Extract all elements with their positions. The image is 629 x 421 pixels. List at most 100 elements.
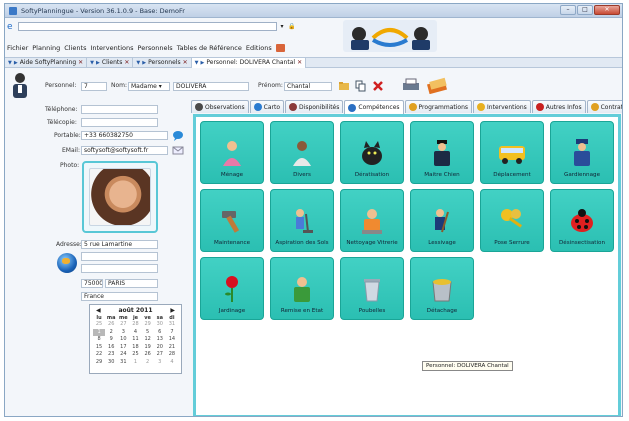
calendar-day[interactable]: 7 [166,329,178,337]
tab-contrat[interactable]: Contrat [586,100,622,113]
competence-tile-poubelles[interactable]: Poubelles [340,257,404,320]
chevron-down-icon[interactable]: ▼ [136,60,140,66]
mail-icon[interactable] [172,145,184,156]
calendar-day[interactable]: 28 [129,321,141,329]
calendar-day[interactable]: 22 [93,351,105,359]
competence-tile-nettoyage-vitrerie[interactable]: Nettoyage Vitrerie [340,189,404,252]
competence-tile-jardinage[interactable]: Jardinage [200,257,264,320]
calendar-day[interactable]: 25 [129,351,141,359]
maximize-button[interactable]: □ [577,5,593,15]
calendar-day[interactable]: 27 [154,351,166,359]
calendar-day[interactable]: 2 [105,329,117,337]
globe-icon[interactable] [57,253,77,273]
menu-editions[interactable]: Editions [246,44,272,52]
address-input[interactable] [18,22,277,31]
menu-extra-icon[interactable] [275,44,285,52]
menu-clients[interactable]: Clients [64,44,86,52]
close-icon[interactable]: ✕ [124,59,129,66]
calendar-day[interactable]: 25 [93,321,105,329]
competence-tile-divers[interactable]: Divers [270,121,334,184]
calendar-day[interactable]: 16 [105,344,117,352]
competence-tile-menage[interactable]: Ménage [200,121,264,184]
competence-tile-maintenance[interactable]: Maintenance [200,189,264,252]
calendar-day[interactable]: 11 [129,336,141,344]
tab-carto[interactable]: Carto [249,100,285,113]
calendar-day[interactable]: 26 [142,351,154,359]
calendar-day[interactable]: 3 [117,329,129,337]
calendar-day[interactable]: 26 [105,321,117,329]
tab-disponibilit-s[interactable]: Disponibilités [285,100,344,113]
photo-frame[interactable] [82,161,158,233]
menu-planning[interactable]: Planning [32,44,60,52]
tab-programmations[interactable]: Programmations [404,100,473,113]
sms-icon[interactable] [172,130,184,141]
calendar-day[interactable]: 15 [93,344,105,352]
calendar-day[interactable]: 30 [105,359,117,367]
doc-tab-personnels[interactable]: ▼ ▶ Personnels ✕ [133,57,192,68]
tab-autres-infos[interactable]: Autres Infos [531,100,586,113]
calendar-day[interactable]: 3 [154,359,166,367]
calendar-day[interactable]: 31 [117,359,129,367]
doc-tab-clients[interactable]: ▼ ▶ Clients ✕ [87,57,134,68]
calendar-day[interactable]: 12 [142,336,154,344]
tab-comp-tences[interactable]: Compétences [344,100,404,114]
adresse-line1-field[interactable]: 5 rue Lamartine [81,240,158,249]
print-icon[interactable] [401,78,421,92]
menu-interventions[interactable]: Interventions [90,44,133,52]
competence-tile-remise-en-etat[interactable]: Remise en Etat [270,257,334,320]
chevron-down-icon[interactable]: ▼ [8,60,12,66]
calendar-day[interactable]: 18 [129,344,141,352]
close-icon[interactable]: ✕ [183,59,188,66]
competence-tile-pose-serrure[interactable]: Pose Serrure [480,189,544,252]
address-bar[interactable]: e ▾ 🔒 [7,21,297,32]
competence-tile-aspiration-des-sols[interactable]: Aspiration des Sols [270,189,334,252]
chevron-down-icon[interactable]: ▼ [195,60,199,66]
tab-interventions[interactable]: Interventions [473,100,531,113]
close-icon[interactable]: ✕ [78,59,83,66]
calendar-day[interactable]: 5 [142,329,154,337]
calendar-day[interactable]: 29 [93,359,105,367]
pays-field[interactable]: France [81,292,158,301]
telecopie-field[interactable] [81,118,158,127]
doc-tab-aide[interactable]: ▼ ▶ Aide SoftyPlanning ✕ [5,57,88,68]
competence-tile-deplacement[interactable]: Déplacement [480,121,544,184]
ville-field[interactable]: PARIS [105,279,158,288]
calendar-day[interactable]: 29 [142,321,154,329]
calendar-day[interactable]: 28 [166,351,178,359]
calendar-day[interactable]: 8 [93,336,105,344]
adresse-line3-field[interactable] [81,264,158,273]
code-postal-field[interactable]: 75000 [81,279,103,288]
calendar-day[interactable]: 10 [117,336,129,344]
close-button[interactable]: ✕ [594,5,620,15]
calendar-day[interactable]: 6 [154,329,166,337]
chevron-down-icon[interactable]: ▼ [90,60,94,66]
competence-tile-detachage[interactable]: Détachage [410,257,474,320]
competence-tile-gardiennage[interactable]: Gardiennage [550,121,614,184]
email-field[interactable]: softysoft@softysoft.fr [81,146,168,155]
doc-tab-personnel-detail[interactable]: ▼ ▶ Personnel: DOLIVERA Chantal ✕ [191,57,307,68]
calendar-day[interactable]: 21 [166,344,178,352]
close-icon[interactable]: ✕ [297,59,302,66]
tab-observations[interactable]: Observations [191,100,249,113]
calendar-day[interactable]: 20 [154,344,166,352]
calendar-day[interactable]: 4 [166,359,178,367]
calendar-day[interactable]: 30 [154,321,166,329]
calendar-day[interactable]: 2 [142,359,154,367]
calendar-day[interactable]: 4 [129,329,141,337]
competence-tile-maitre-chien[interactable]: Maitre Chien [410,121,474,184]
competence-tile-deratisation[interactable]: Dératisation [340,121,404,184]
minimize-button[interactable]: – [560,5,576,15]
chevron-down-icon[interactable]: ▾ [277,22,287,31]
competence-tile-lessivage[interactable]: Lessivage [410,189,474,252]
calendar-next-button[interactable]: ▶ [170,307,175,314]
calendar-prev-button[interactable]: ◀ [96,307,101,314]
calendar-day[interactable]: 1 [93,328,106,336]
calendar-day[interactable]: 24 [117,351,129,359]
calendar-day[interactable]: 13 [154,336,166,344]
menu-tables-reference[interactable]: Tables de Référence [177,44,242,52]
calendar-day[interactable]: 17 [117,344,129,352]
folder-icon[interactable] [338,80,350,92]
menu-fichier[interactable]: Fichier [7,44,28,52]
adresse-line2-field[interactable] [81,252,158,261]
book-icon[interactable] [426,76,448,94]
